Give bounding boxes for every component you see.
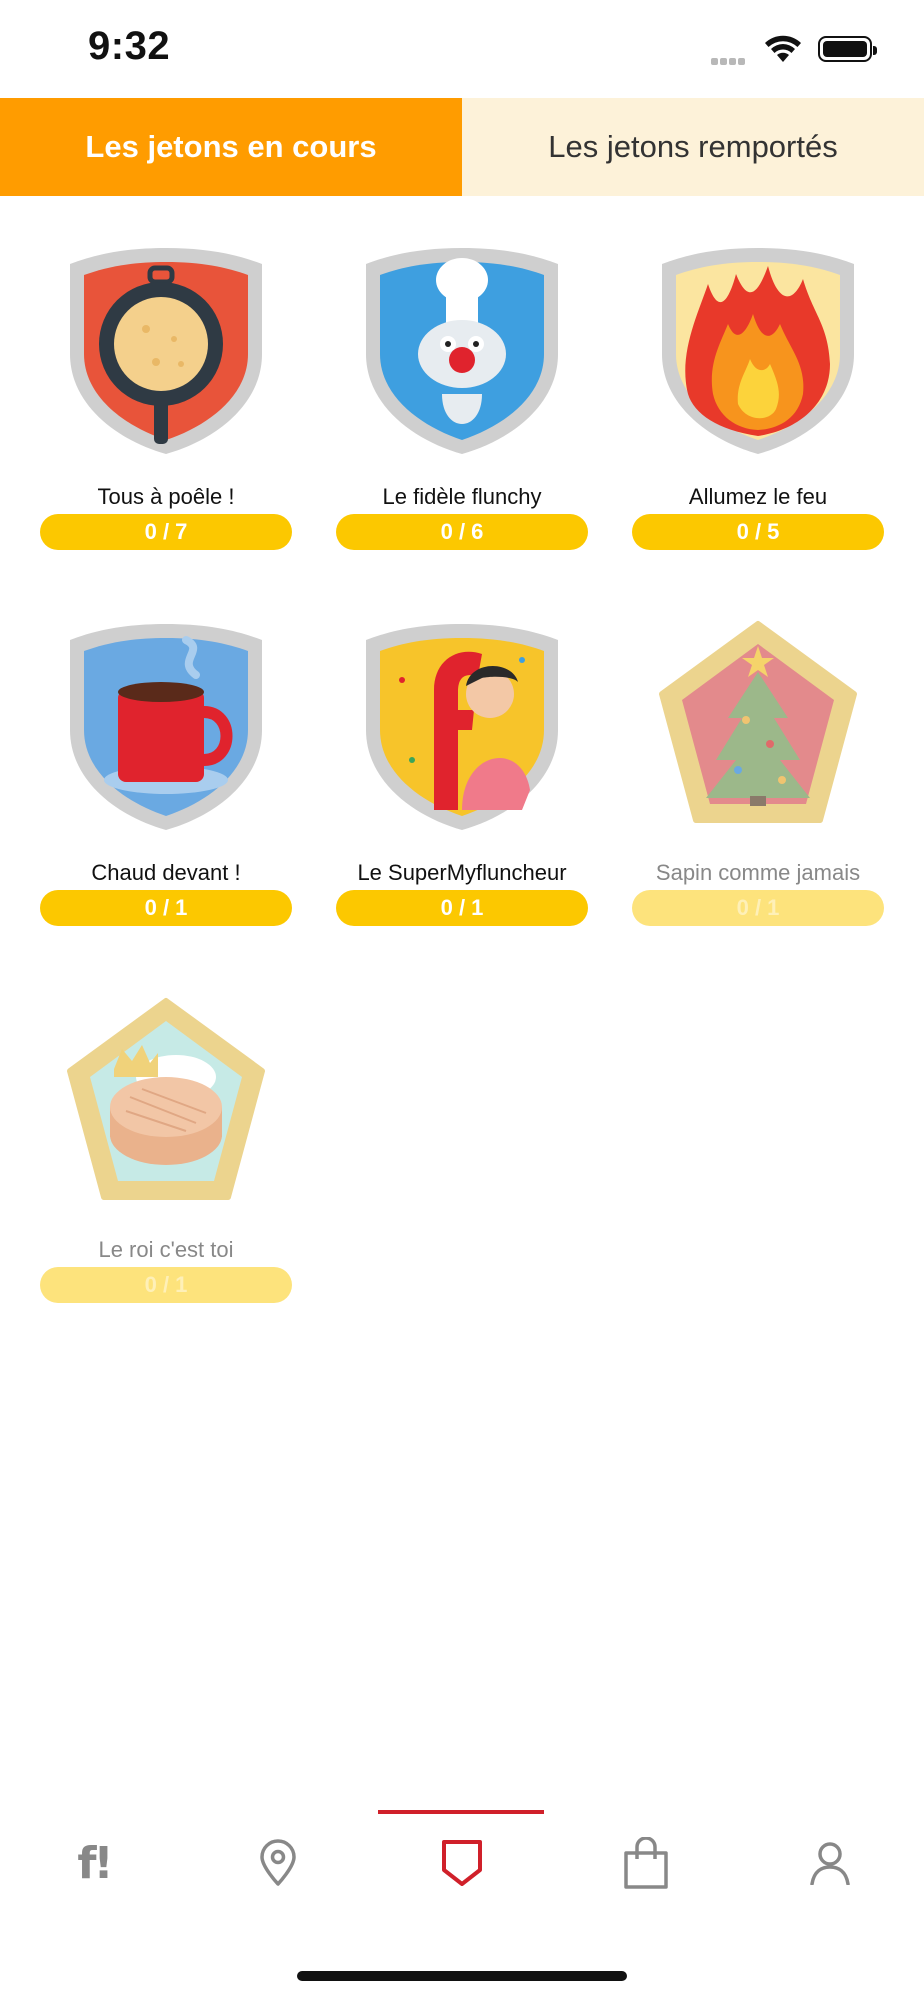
badge-title: Sapin comme jamais xyxy=(655,860,861,885)
christmas-tree-icon xyxy=(659,621,857,823)
nav-profile[interactable] xyxy=(760,1818,900,1908)
badge-title: Le SuperMyfluncheur xyxy=(357,860,567,885)
badge-title: Tous à poêle ! xyxy=(97,484,235,509)
badge-title: Le fidèle flunchy xyxy=(382,484,542,509)
battery-icon xyxy=(818,36,877,62)
badge-progress: 0 / 6 xyxy=(336,514,588,550)
nav-badges[interactable] xyxy=(392,1818,532,1908)
coffee-mug-icon xyxy=(70,624,262,830)
badge-progress: 0 / 1 xyxy=(632,890,884,926)
wifi-icon xyxy=(765,35,801,62)
tab-bar: Les jetons en cours Les jetons remportés xyxy=(0,98,924,196)
badge-shield-icon xyxy=(442,1840,482,1886)
bottom-nav: f! xyxy=(0,1810,924,1920)
shopping-bag-icon xyxy=(624,1837,668,1889)
frying-pan-icon xyxy=(70,248,262,454)
badge-title: Chaud devant ! xyxy=(91,860,241,885)
home-logo-icon: f! xyxy=(77,1837,113,1889)
fire-icon xyxy=(662,248,854,454)
galette-crown-icon xyxy=(67,998,265,1200)
profile-icon xyxy=(810,1842,850,1885)
nav-active-indicator xyxy=(378,1810,544,1814)
nav-shop[interactable] xyxy=(576,1818,716,1908)
location-pin-icon xyxy=(260,1839,296,1886)
status-bar: 9:32 xyxy=(0,0,924,98)
nav-home[interactable]: f! xyxy=(24,1818,164,1908)
mascot-chef-icon xyxy=(366,248,558,454)
home-indicator xyxy=(297,1971,627,1981)
status-time: 9:32 xyxy=(88,24,171,68)
badge-progress: 0 / 7 xyxy=(40,514,292,550)
badge-title: Allumez le feu xyxy=(688,484,828,509)
tab-jetons-en-cours[interactable]: Les jetons en cours xyxy=(0,98,462,196)
badge-progress: 0 / 1 xyxy=(336,890,588,926)
cellular-signal-icon xyxy=(711,52,747,70)
badge-title: Le roi c'est toi xyxy=(98,1237,234,1262)
badge-progress: 0 / 1 xyxy=(40,890,292,926)
person-hugging-letter-icon xyxy=(366,624,558,830)
badge-progress: 0 / 1 xyxy=(40,1267,292,1303)
nav-locations[interactable] xyxy=(208,1818,348,1908)
badge-progress: 0 / 5 xyxy=(632,514,884,550)
tab-jetons-remportes[interactable]: Les jetons remportés xyxy=(462,98,924,196)
